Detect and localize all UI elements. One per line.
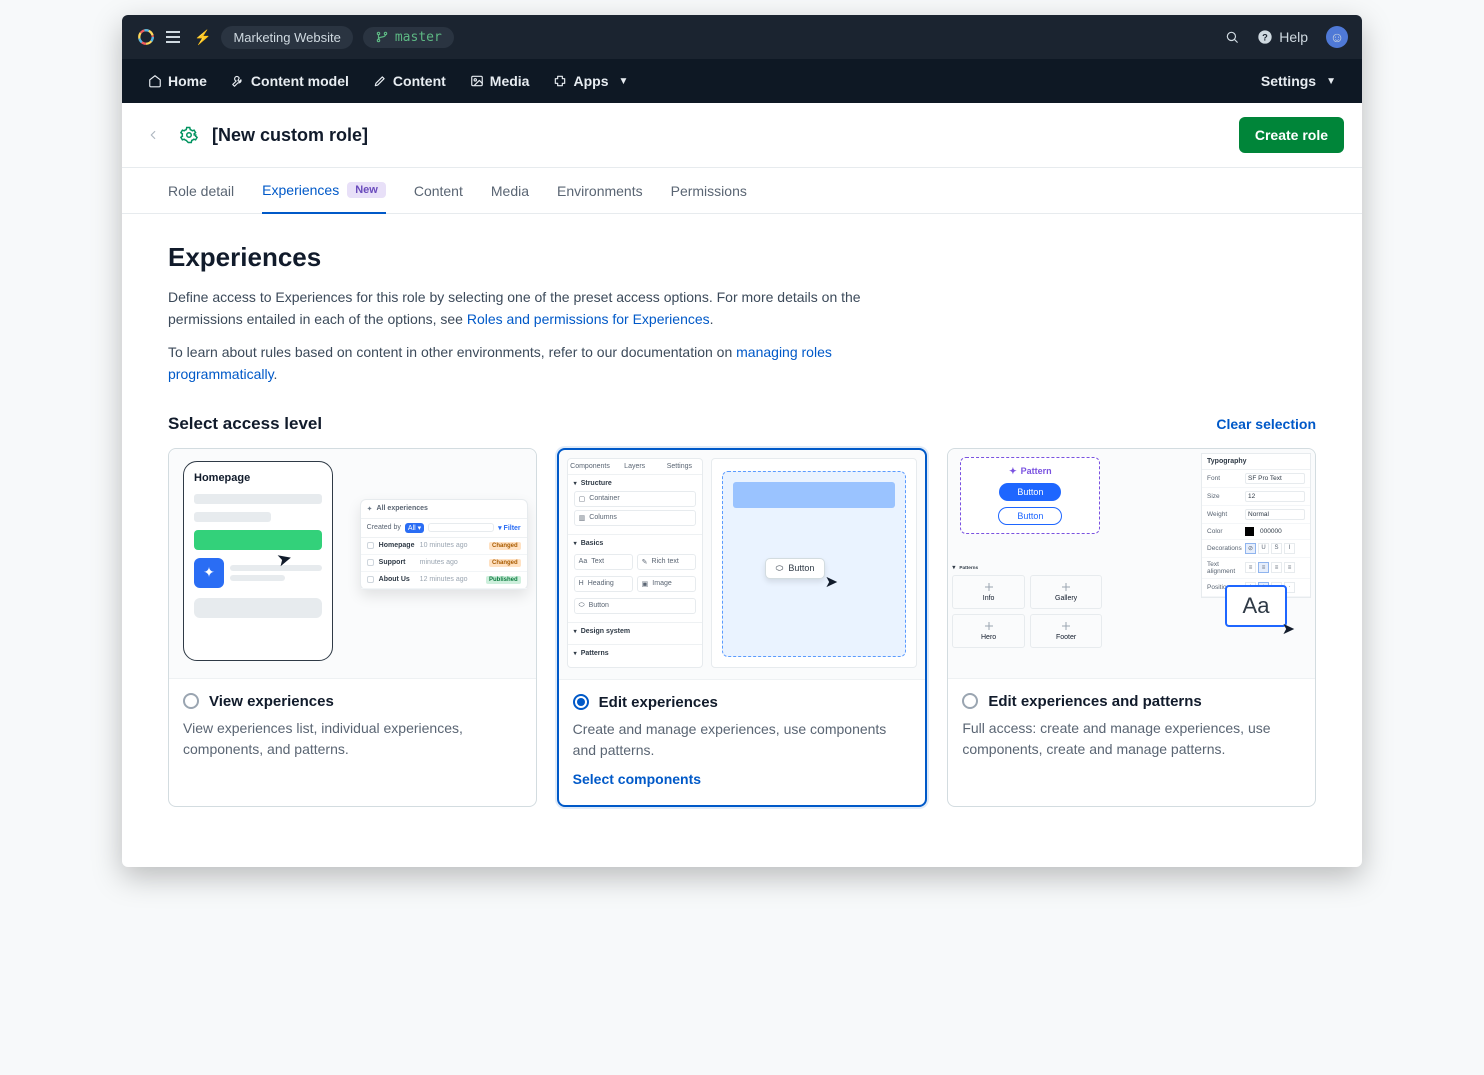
home-icon bbox=[148, 74, 162, 88]
chevron-left-icon bbox=[146, 128, 160, 142]
space-chip[interactable]: Marketing Website bbox=[221, 26, 352, 49]
tab-environments[interactable]: Environments bbox=[557, 168, 643, 213]
card-view-experiences[interactable]: Homepage ✦ ✦All experiences Created by A… bbox=[168, 448, 537, 807]
card-desc: Full access: create and manage experienc… bbox=[962, 718, 1301, 760]
image-icon bbox=[470, 74, 484, 88]
card-edit-patterns[interactable]: ✦ Pattern Button Button Typography FontS… bbox=[947, 448, 1316, 807]
branch-icon bbox=[375, 30, 389, 44]
radio-view[interactable] bbox=[183, 693, 199, 709]
help-label: Help bbox=[1279, 29, 1308, 45]
section-description-1: Define access to Experiences for this ro… bbox=[168, 287, 908, 330]
card-title: Edit experiences and patterns bbox=[988, 693, 1201, 710]
nav-content[interactable]: Content bbox=[361, 59, 458, 103]
pencil-icon bbox=[373, 74, 387, 88]
wrench-icon bbox=[231, 74, 245, 88]
tab-content[interactable]: Content bbox=[414, 168, 463, 213]
hamburger-icon[interactable] bbox=[166, 31, 180, 43]
cursor-icon: ➤ bbox=[825, 572, 838, 592]
access-level-heading: Select access level bbox=[168, 414, 322, 434]
branch-chip[interactable]: master bbox=[363, 27, 454, 48]
branch-name: master bbox=[395, 30, 442, 45]
card-title: Edit experiences bbox=[599, 694, 718, 711]
puzzle-icon bbox=[553, 74, 567, 88]
avatar[interactable]: ☺ bbox=[1326, 26, 1348, 48]
radio-full[interactable] bbox=[962, 693, 978, 709]
tab-role-detail[interactable]: Role detail bbox=[168, 168, 234, 213]
card-illustration: Homepage ✦ ✦All experiences Created by A… bbox=[169, 449, 536, 679]
svg-text:?: ? bbox=[1262, 32, 1268, 42]
page-title: [New custom role] bbox=[212, 125, 368, 146]
radio-edit[interactable] bbox=[573, 694, 589, 710]
card-illustration: ✦ Pattern Button Button Typography FontS… bbox=[948, 449, 1315, 679]
topbar: ⚡ Marketing Website master ? Help ☺ bbox=[122, 15, 1362, 59]
nav-home[interactable]: Home bbox=[136, 59, 219, 103]
chevron-down-icon: ▼ bbox=[1326, 76, 1336, 87]
bolt-icon: ⚡ bbox=[194, 29, 211, 46]
card-desc: View experiences list, individual experi… bbox=[183, 718, 522, 760]
roles-link[interactable]: Roles and permissions for Experiences bbox=[467, 311, 710, 327]
select-components-link[interactable]: Select components bbox=[573, 771, 701, 787]
main-nav: Home Content model Content Media Apps▼ S… bbox=[122, 59, 1362, 103]
card-edit-experiences[interactable]: ComponentsLayersSettings Structure ▢ Con… bbox=[557, 448, 928, 807]
nav-media[interactable]: Media bbox=[458, 59, 542, 103]
card-desc: Create and manage experiences, use compo… bbox=[573, 719, 912, 761]
create-role-button[interactable]: Create role bbox=[1239, 117, 1344, 153]
section-heading: Experiences bbox=[168, 242, 1316, 273]
card-illustration: ComponentsLayersSettings Structure ▢ Con… bbox=[559, 450, 926, 680]
gear-icon bbox=[180, 126, 198, 144]
section-description-2: To learn about rules based on content in… bbox=[168, 342, 908, 385]
search-icon[interactable] bbox=[1225, 30, 1239, 44]
subheader: [New custom role] Create role bbox=[122, 103, 1362, 168]
tab-experiences[interactable]: Experiences New bbox=[262, 168, 386, 214]
tab-permissions[interactable]: Permissions bbox=[671, 168, 747, 213]
cursor-icon: ➤ bbox=[1282, 619, 1295, 639]
clear-selection-link[interactable]: Clear selection bbox=[1216, 416, 1316, 432]
nav-apps[interactable]: Apps▼ bbox=[541, 59, 640, 103]
access-cards: Homepage ✦ ✦All experiences Created by A… bbox=[168, 448, 1316, 807]
nav-content-model[interactable]: Content model bbox=[219, 59, 361, 103]
card-title: View experiences bbox=[209, 693, 334, 710]
app-logo[interactable] bbox=[136, 27, 156, 47]
help-button[interactable]: ? Help bbox=[1257, 29, 1308, 45]
nav-settings[interactable]: Settings▼ bbox=[1249, 59, 1348, 103]
new-badge: New bbox=[347, 182, 386, 198]
tab-media[interactable]: Media bbox=[491, 168, 529, 213]
back-button[interactable] bbox=[140, 122, 166, 148]
main-content: Experiences Define access to Experiences… bbox=[122, 214, 1362, 867]
role-tabs: Role detail Experiences New Content Medi… bbox=[122, 168, 1362, 214]
help-icon: ? bbox=[1257, 29, 1273, 45]
chevron-down-icon: ▼ bbox=[618, 76, 628, 87]
space-name: Marketing Website bbox=[233, 30, 340, 45]
